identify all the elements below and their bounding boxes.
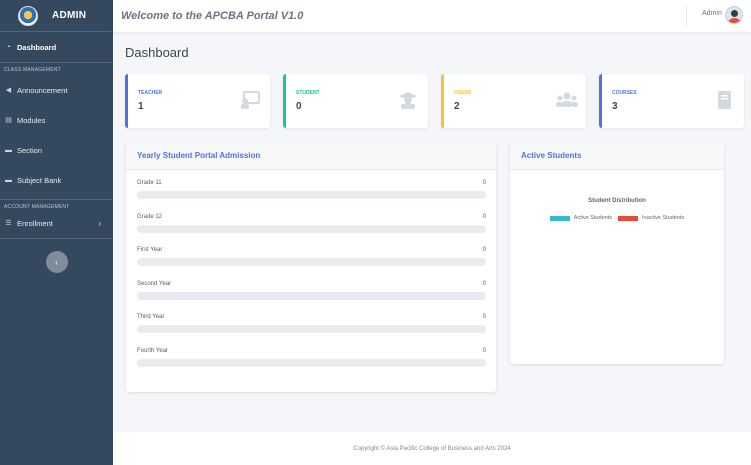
dashboard-icon: ◔ [6, 43, 11, 51]
brand-label: ADMIN [52, 10, 87, 21]
grade-label: First Year [137, 247, 163, 254]
legend-label: Active Students [573, 215, 612, 221]
grade-row: Grade 11 0 [137, 180, 486, 199]
users-icon [556, 91, 578, 109]
grade-count: 0 [482, 280, 486, 287]
grade-label: Fourth Year [137, 348, 169, 354]
card-value: 1 [138, 101, 144, 112]
user-name[interactable]: Admin [702, 10, 722, 17]
admission-panel-title: Yearly Student Portal Admission [126, 142, 496, 170]
card-value: 2 [454, 101, 460, 112]
sidebar-item-label: Enrollment [17, 218, 53, 228]
sidebar-divider [0, 62, 113, 63]
sidebar-toggle-button[interactable]: ‹ [45, 251, 68, 273]
admission-panel: Yearly Student Portal Admission Grade 11… [126, 142, 496, 392]
card-label: STUDENT [296, 90, 320, 96]
legend-swatch [618, 215, 638, 221]
sidebar-item-label: Announcement [17, 85, 68, 95]
book-icon [714, 91, 734, 109]
topbar-divider [686, 6, 687, 26]
chevron-right-icon: › [98, 218, 101, 228]
card-value: 0 [296, 101, 302, 112]
grade-row: Grade 12 0 [137, 213, 486, 233]
sidebar-item-label: Subject Bank [17, 175, 62, 185]
grade-progress-bar [137, 359, 486, 367]
sidebar-item-label: Modules [17, 115, 46, 125]
card-label: COURSES [612, 90, 637, 96]
grade-row: First Year 0 [137, 247, 486, 267]
grade-count: 0 [482, 180, 486, 186]
users-card: USERS 2 [441, 74, 586, 128]
sidebar-item-label: Section [17, 145, 43, 155]
copyright-text: Copyright © Asia Pacific College of Busi… [353, 445, 511, 452]
sidebar-item-dashboard[interactable]: ◔ Dashboard [0, 36, 113, 58]
account-management-heading: ACCOUNT MANAGEMENT [4, 204, 70, 210]
legend-item-active[interactable]: Active Students [549, 215, 612, 221]
page-title: Dashboard [125, 45, 189, 60]
school-logo-icon [18, 5, 38, 26]
sidebar-item-label: Dashboard [17, 42, 57, 52]
list-icon: ☰ [5, 220, 12, 227]
grade-progress-bar [137, 291, 486, 300]
sidebar: ADMIN ◔ Dashboard CLASS MANAGEMENT ◀ Ann… [0, 0, 113, 465]
grade-count: 0 [482, 247, 486, 254]
chart-legend: Active Students Inactive Students [510, 215, 724, 221]
legend-item-inactive[interactable]: Inactive Students [618, 215, 684, 221]
graduate-icon [398, 91, 418, 109]
sidebar-divider [0, 238, 113, 239]
legend-swatch [549, 215, 570, 221]
legend-label: Inactive Students [642, 215, 685, 221]
user-avatar-icon[interactable] [725, 6, 743, 24]
chevron-left-icon: ‹ [55, 257, 58, 267]
document-icon: ▤ [5, 117, 12, 124]
courses-card: COURSES 3 [599, 74, 744, 128]
active-students-panel: Active Students Student Distribution Act… [510, 142, 724, 364]
grade-count: 0 [482, 314, 486, 321]
card-value: 3 [612, 101, 618, 112]
chart-title: Student Distribution [588, 198, 646, 204]
sidebar-divider [0, 199, 113, 200]
grade-progress-bar [137, 325, 486, 334]
megaphone-icon: ◀ [5, 87, 12, 94]
folder-open-icon: ▬ [5, 176, 12, 184]
student-card: STUDENT 0 [283, 74, 428, 128]
footer: Copyright © Asia Pacific College of Busi… [113, 432, 751, 465]
grade-count: 0 [482, 348, 486, 354]
sidebar-item-subject-bank[interactable]: ▬ Subject Bank [0, 165, 113, 195]
grade-count: 0 [482, 213, 486, 220]
teacher-card: TEACHER 1 [125, 74, 270, 128]
active-students-panel-title: Active Students [510, 142, 724, 170]
grade-progress-bar [137, 191, 486, 199]
chalkboard-teacher-icon [240, 91, 260, 109]
grade-label: Grade 11 [137, 180, 162, 186]
grade-label: Second Year [137, 280, 172, 287]
sidebar-brand[interactable]: ADMIN [0, 0, 113, 32]
grade-progress-bar [137, 258, 486, 267]
sidebar-item-section[interactable]: ▬ Section [0, 135, 113, 165]
grade-row: Fourth Year 0 [137, 348, 486, 367]
welcome-message: Welcome to the APCBA Portal V1.0 [121, 10, 304, 22]
grade-row: Third Year 0 [137, 314, 486, 334]
sidebar-item-enrollment[interactable]: ☰ Enrollment › [0, 212, 113, 234]
card-label: TEACHER [138, 90, 163, 96]
grade-row: Second Year 0 [137, 280, 486, 300]
topbar: Welcome to the APCBA Portal V1.0 Admin [113, 0, 751, 32]
class-management-heading: CLASS MANAGEMENT [4, 67, 61, 73]
grade-progress-bar [137, 224, 486, 233]
folder-icon: ▬ [5, 146, 12, 154]
sidebar-item-modules[interactable]: ▤ Modules [0, 105, 113, 135]
sidebar-item-announcement[interactable]: ◀ Announcement [0, 75, 113, 105]
grade-label: Grade 12 [137, 213, 163, 220]
grade-label: Third Year [137, 314, 165, 321]
card-label: USERS [454, 90, 472, 96]
